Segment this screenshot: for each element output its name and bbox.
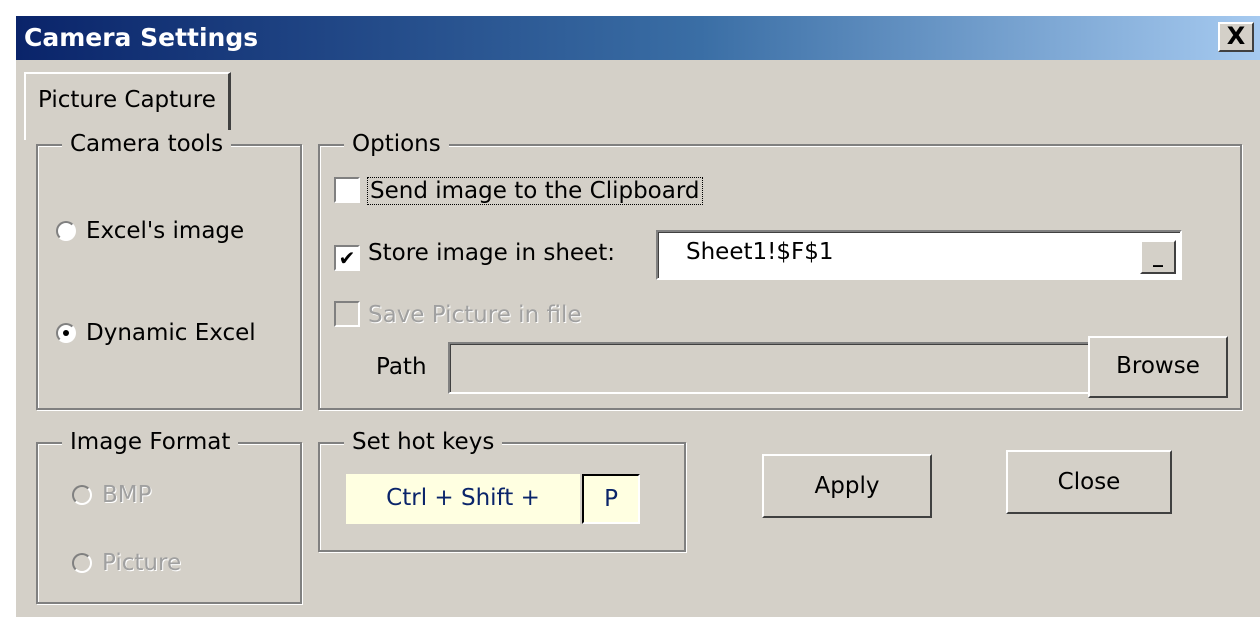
image-format-group: Image Format BMP Picture bbox=[36, 428, 302, 604]
browse-button[interactable]: Browse bbox=[1088, 336, 1228, 398]
hot-keys-legend: Set hot keys bbox=[344, 428, 503, 456]
radio-circle-icon bbox=[72, 553, 92, 573]
hot-keys-group: Set hot keys Ctrl + Shift + P bbox=[318, 428, 686, 552]
options-group: Options Send image to the Clipboard ✔ Sto… bbox=[318, 130, 1242, 410]
options-legend: Options bbox=[344, 130, 449, 158]
hotkey-modifier-label: Ctrl + Shift + bbox=[346, 474, 580, 524]
radio-label: Picture bbox=[102, 550, 182, 576]
save-file-checkbox[interactable]: Save Picture in file bbox=[334, 300, 581, 330]
window-title: Camera Settings bbox=[24, 23, 259, 52]
radio-label: BMP bbox=[102, 482, 152, 508]
sheet-reference-input[interactable]: Sheet1!$F$1 bbox=[656, 230, 1182, 280]
checkbox-disabled-icon bbox=[334, 301, 360, 327]
send-clipboard-checkbox[interactable]: Send image to the Clipboard bbox=[334, 176, 703, 206]
camera-settings-dialog: Camera Settings X Picture Capture Camera… bbox=[14, 14, 1260, 617]
close-window-button[interactable]: X bbox=[1218, 22, 1254, 52]
checkbox-empty-icon bbox=[334, 177, 360, 203]
radio-label: Excel's image bbox=[86, 218, 245, 244]
radio-circle-icon bbox=[72, 485, 92, 505]
apply-button[interactable]: Apply bbox=[762, 454, 932, 518]
checkbox-label: Save Picture in file bbox=[368, 302, 582, 328]
radio-excels-image[interactable]: Excel's image bbox=[56, 216, 244, 246]
range-picker-button[interactable]: _ bbox=[1140, 240, 1176, 274]
close-button[interactable]: Close bbox=[1006, 450, 1172, 514]
camera-tools-legend: Camera tools bbox=[62, 130, 232, 158]
store-sheet-checkbox[interactable]: ✔ Store image in sheet: bbox=[334, 238, 615, 271]
checkbox-label: Store image in sheet: bbox=[368, 240, 615, 266]
title-bar[interactable]: Camera Settings X bbox=[16, 16, 1260, 60]
checkbox-label: Send image to the Clipboard bbox=[367, 177, 703, 205]
radio-circle-icon bbox=[56, 221, 76, 241]
sheet-reference-value: Sheet1!$F$1 bbox=[686, 239, 834, 265]
radio-bmp[interactable]: BMP bbox=[72, 480, 152, 510]
radio-selected-icon bbox=[56, 323, 76, 343]
hotkey-input[interactable]: P bbox=[582, 474, 640, 524]
path-input[interactable] bbox=[448, 342, 1092, 394]
radio-picture[interactable]: Picture bbox=[72, 548, 181, 578]
tab-label: Picture Capture bbox=[38, 87, 216, 113]
image-format-legend: Image Format bbox=[62, 428, 239, 456]
path-label: Path bbox=[376, 354, 427, 380]
camera-tools-group: Camera tools Excel's image Dynamic Excel bbox=[36, 130, 302, 410]
radio-label: Dynamic Excel bbox=[86, 320, 256, 346]
radio-dynamic-excel[interactable]: Dynamic Excel bbox=[56, 318, 256, 348]
checkmark-icon: ✔ bbox=[334, 245, 360, 271]
